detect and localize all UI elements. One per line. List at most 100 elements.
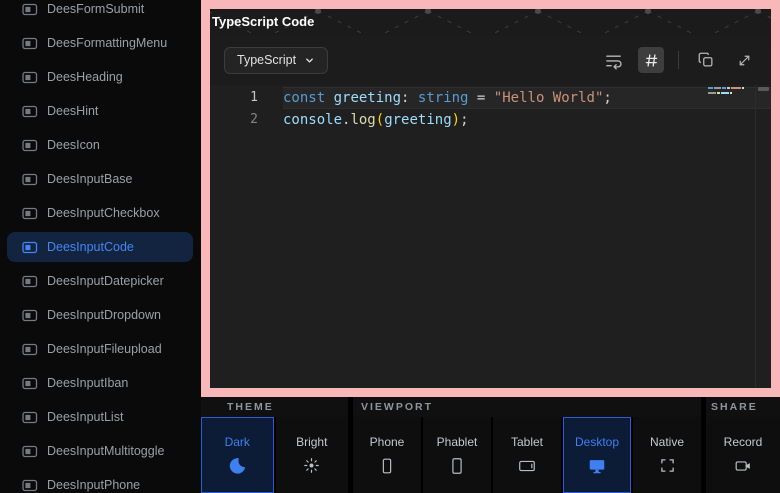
code-line-text: const greeting: string = "Hello World"; <box>283 87 771 109</box>
sidebar-item-label: DeesInputIban <box>47 376 128 390</box>
native-icon <box>658 456 677 475</box>
sidebar: DeesFormSubmit DeesFormattingMenu DeesHe… <box>0 0 201 493</box>
section-buttons: Phone Phablet Tablet Desktop Native <box>353 417 701 493</box>
minimap <box>708 87 754 97</box>
line-numbers-button[interactable] <box>638 47 664 73</box>
code-line[interactable]: 1 const greeting: string = "Hello World"… <box>210 87 771 109</box>
sidebar-item-DeesIcon[interactable]: DeesIcon <box>7 130 193 160</box>
button-label: Tablet <box>511 435 543 449</box>
demo-title: TypeScript Code <box>212 9 314 35</box>
line-number: 2 <box>210 109 258 131</box>
sidebar-item-label: DeesInputBase <box>47 172 132 186</box>
component-icon <box>22 139 38 152</box>
word-wrap-button[interactable] <box>600 47 626 73</box>
code-line-text: console.log(greeting); <box>283 109 771 131</box>
button-label: Bright <box>296 435 327 449</box>
demo-frame: TypeScript Code TypeScript 1 const greet… <box>201 0 780 397</box>
tablet-icon <box>517 456 537 476</box>
chevron-down-icon <box>304 55 315 66</box>
line-number: 1 <box>210 87 258 109</box>
component-icon <box>22 309 38 322</box>
copy-button[interactable] <box>693 47 719 73</box>
sidebar-item-DeesInputFileupload[interactable]: DeesInputFileupload <box>7 334 193 364</box>
sidebar-item-label: DeesInputFileupload <box>47 342 162 356</box>
phone-icon <box>377 456 397 476</box>
copy-icon <box>697 51 715 69</box>
code-area[interactable]: 1 const greeting: string = "Hello World"… <box>210 85 771 388</box>
component-icon <box>22 241 38 254</box>
section-buttons: Record <box>706 417 780 493</box>
sidebar-item-DeesInputPhone[interactable]: DeesInputPhone <box>7 470 193 493</box>
panel-section-viewport: VIEWPORT Phone Phablet Tablet Desktop Na… <box>353 397 701 493</box>
component-icon <box>22 105 38 118</box>
sidebar-item-DeesFormattingMenu[interactable]: DeesFormattingMenu <box>7 28 193 58</box>
component-icon <box>22 445 38 458</box>
sidebar-item-label: DeesFormSubmit <box>47 2 144 16</box>
section-buttons: Dark Bright <box>201 417 348 493</box>
sidebar-item-label: DeesInputCheckbox <box>47 206 160 220</box>
sidebar-item-DeesInputIban[interactable]: DeesInputIban <box>7 368 193 398</box>
dark-button[interactable]: Dark <box>201 417 274 493</box>
record-icon <box>733 456 753 476</box>
editor-toolbar: TypeScript <box>210 35 771 85</box>
sidebar-item-label: DeesIcon <box>47 138 100 152</box>
component-icon <box>22 207 38 220</box>
desktop-button[interactable]: Desktop <box>563 417 631 493</box>
minimap-separator <box>755 85 756 388</box>
panel-section-theme: THEME Dark Bright <box>201 397 348 493</box>
component-icon <box>22 37 38 50</box>
sidebar-item-label: DeesInputDropdown <box>47 308 161 322</box>
panel-section-share: SHARE Record <box>706 397 780 493</box>
component-icon <box>22 377 38 390</box>
phablet-icon <box>447 456 467 476</box>
sidebar-item-DeesInputList[interactable]: DeesInputList <box>7 402 193 432</box>
sidebar-item-label: DeesInputPhone <box>47 478 140 492</box>
code-line[interactable]: 2 console.log(greeting); <box>210 109 771 131</box>
section-label: SHARE <box>706 397 780 417</box>
native-button[interactable]: Native <box>633 417 701 493</box>
properties-panel: THEME Dark Bright VIEWPORT Phone Phablet <box>201 397 780 493</box>
component-icon <box>22 479 38 492</box>
hash-icon <box>643 52 660 69</box>
moon-icon <box>227 456 247 476</box>
toolbar-icons <box>600 47 757 73</box>
demo-wrapper: TypeScript Code TypeScript 1 const greet… <box>210 9 771 388</box>
sidebar-item-label: DeesInputList <box>47 410 123 424</box>
section-label: THEME <box>201 397 348 417</box>
sidebar-item-DeesHint[interactable]: DeesHint <box>7 96 193 126</box>
button-label: Phone <box>370 435 405 449</box>
sidebar-item-DeesInputMultitoggle[interactable]: DeesInputMultitoggle <box>7 436 193 466</box>
word-wrap-icon <box>604 51 623 70</box>
component-icon <box>22 3 38 16</box>
sidebar-item-DeesInputDropdown[interactable]: DeesInputDropdown <box>7 300 193 330</box>
button-label: Desktop <box>575 435 619 449</box>
button-label: Phablet <box>437 435 478 449</box>
sun-icon <box>302 456 321 475</box>
bright-button[interactable]: Bright <box>276 417 349 493</box>
sidebar-item-DeesInputBase[interactable]: DeesInputBase <box>7 164 193 194</box>
code-editor: TypeScript 1 const greeting: string = "H… <box>210 35 771 388</box>
section-label: VIEWPORT <box>353 397 701 417</box>
sidebar-item-DeesHeading[interactable]: DeesHeading <box>7 62 193 92</box>
fullscreen-button[interactable] <box>731 47 757 73</box>
toolbar-divider <box>678 51 679 69</box>
tablet-button[interactable]: Tablet <box>493 417 561 493</box>
component-icon <box>22 173 38 186</box>
sidebar-item-label: DeesInputDatepicker <box>47 274 164 288</box>
sidebar-item-DeesInputDatepicker[interactable]: DeesInputDatepicker <box>7 266 193 296</box>
expand-icon <box>736 52 753 69</box>
record-button[interactable]: Record <box>706 417 780 493</box>
sidebar-item-label: DeesFormattingMenu <box>47 36 167 50</box>
sidebar-item-label: DeesInputMultitoggle <box>47 444 164 458</box>
sidebar-item-DeesInputCheckbox[interactable]: DeesInputCheckbox <box>7 198 193 228</box>
component-icon <box>22 343 38 356</box>
sidebar-item-label: DeesHint <box>47 104 98 118</box>
phablet-button[interactable]: Phablet <box>423 417 491 493</box>
phone-button[interactable]: Phone <box>353 417 421 493</box>
sidebar-item-DeesInputCode[interactable]: DeesInputCode <box>7 232 193 262</box>
minimap-slider[interactable] <box>758 87 769 91</box>
button-label: Dark <box>225 435 250 449</box>
component-icon <box>22 411 38 424</box>
language-dropdown[interactable]: TypeScript <box>224 47 328 74</box>
sidebar-item-DeesFormSubmit[interactable]: DeesFormSubmit <box>7 0 193 24</box>
